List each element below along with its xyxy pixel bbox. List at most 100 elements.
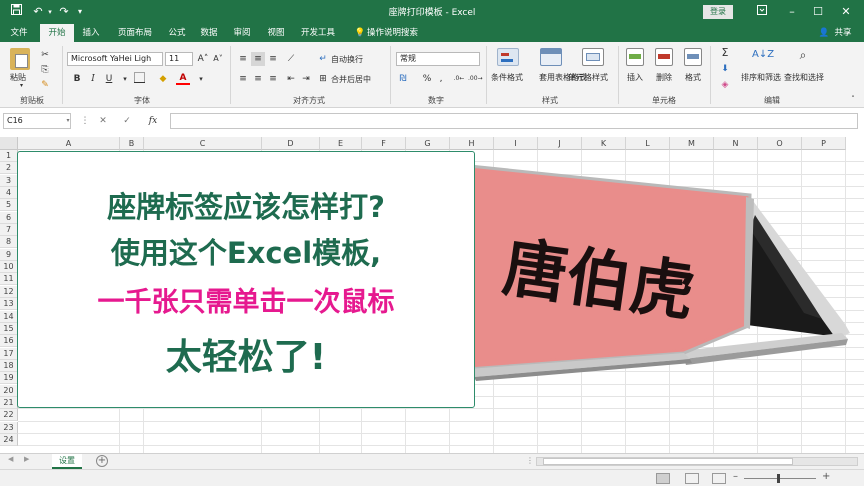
clear-icon[interactable]: ◈ (718, 78, 732, 92)
column-header-c[interactable]: C (144, 137, 262, 150)
sort-filter-icon[interactable]: A↓Z (752, 48, 774, 62)
promo-text-box[interactable]: 座牌标签应该怎样打? 使用这个Excel模板, 一千张只需单击一次鼠标 太轻松了… (17, 151, 475, 408)
merge-center-icon[interactable]: ⊞ (316, 72, 330, 86)
fill-icon[interactable]: ⬇ (718, 62, 732, 76)
tab-home[interactable]: 开始 (40, 24, 74, 42)
italic-button[interactable]: I (86, 72, 100, 86)
insert-cells-icon[interactable] (626, 48, 644, 66)
format-as-table-icon[interactable] (540, 48, 562, 66)
delete-cells-icon[interactable] (655, 48, 673, 66)
column-header-d[interactable]: D (262, 137, 320, 150)
zoom-slider-thumb[interactable] (777, 474, 780, 483)
row-header-1[interactable]: 1 (0, 150, 18, 162)
conditional-format-button[interactable]: 条件格式 (491, 72, 523, 83)
name-box[interactable]: C16 (3, 113, 71, 129)
font-color-icon[interactable]: A (176, 72, 190, 85)
row-header-5[interactable]: 5 (0, 199, 18, 211)
increase-decimal-icon[interactable]: .0← (452, 72, 466, 86)
cancel-formula-icon[interactable]: ✕ (96, 113, 110, 129)
delete-cells-button[interactable]: 删除 (656, 72, 672, 83)
font-name-select[interactable]: Microsoft YaHei Ligh (67, 52, 163, 66)
merge-center-button[interactable]: 合并后居中 (331, 74, 371, 85)
row-header-18[interactable]: 18 (0, 360, 18, 372)
split-handle-icon[interactable]: ⋮ (526, 456, 534, 465)
paste-dropdown-icon[interactable]: ▾ (20, 82, 23, 89)
row-header-6[interactable]: 6 (0, 212, 18, 224)
tab-review[interactable]: 审阅 (229, 24, 255, 42)
underline-button[interactable]: U (102, 72, 116, 86)
restore-icon[interactable]: ☐ (808, 3, 828, 21)
page-break-view-icon[interactable] (712, 473, 726, 484)
column-header-f[interactable]: F (362, 137, 406, 150)
insert-function-button[interactable]: fx (144, 113, 162, 129)
column-header-e[interactable]: E (320, 137, 362, 150)
ribbon-display-icon[interactable] (752, 3, 772, 21)
column-header-b[interactable]: B (120, 137, 144, 150)
row-header-17[interactable]: 17 (0, 348, 18, 360)
decrease-indent-icon[interactable]: ⇤ (284, 72, 298, 86)
row-header-11[interactable]: 11 (0, 273, 18, 285)
fill-color-icon[interactable]: ◆ (156, 72, 170, 86)
horizontal-scrollbar[interactable] (536, 457, 858, 466)
wrap-text-icon[interactable]: ↵ (316, 52, 330, 66)
paste-icon[interactable] (10, 48, 30, 70)
row-header-7[interactable]: 7 (0, 224, 18, 236)
number-format-select[interactable]: 常规 (396, 52, 480, 66)
row-header-22[interactable]: 22 (0, 409, 18, 421)
minimize-icon[interactable]: – (782, 3, 802, 21)
align-middle-icon[interactable]: ≡ (251, 52, 265, 66)
underline-dropdown-icon[interactable]: ▾ (118, 72, 132, 86)
autosum-icon[interactable]: Σ (718, 46, 732, 60)
sheet-tab-settings[interactable]: 设置 (52, 454, 82, 469)
horizontal-scroll-thumb[interactable] (543, 458, 793, 465)
row-header-12[interactable]: 12 (0, 286, 18, 298)
share-button[interactable]: 共享 (830, 24, 856, 42)
row-header-9[interactable]: 9 (0, 249, 18, 261)
borders-icon[interactable] (132, 72, 146, 86)
grow-font-icon[interactable]: A˄ (196, 52, 210, 66)
row-header-2[interactable]: 2 (0, 162, 18, 174)
prev-sheet-icon[interactable]: ◀ (8, 455, 13, 463)
row-header-16[interactable]: 16 (0, 335, 18, 347)
align-center-icon[interactable]: ≡ (251, 72, 265, 86)
name-box-dropdown-icon[interactable]: ▾ (64, 113, 72, 129)
next-sheet-icon[interactable]: ▶ (24, 455, 29, 463)
format-cells-icon[interactable] (684, 48, 702, 66)
row-header-23[interactable]: 23 (0, 422, 18, 434)
zoom-out-icon[interactable]: – (733, 471, 738, 482)
decrease-decimal-icon[interactable]: .00→ (468, 72, 483, 86)
align-top-icon[interactable]: ≡ (236, 52, 250, 66)
formula-options-icon[interactable]: ⋮ (80, 113, 90, 129)
currency-icon[interactable]: ₪ (396, 72, 410, 86)
formula-input[interactable] (170, 113, 858, 129)
cut-icon[interactable]: ✂ (38, 48, 52, 62)
paste-label[interactable]: 粘贴 (10, 72, 26, 83)
align-left-icon[interactable]: ≡ (236, 72, 250, 86)
insert-cells-button[interactable]: 插入 (627, 72, 643, 83)
tab-page-layout[interactable]: 页面布局 (110, 24, 160, 42)
tab-formulas[interactable]: 公式 (164, 24, 190, 42)
column-header-a[interactable]: A (18, 137, 120, 150)
tab-data[interactable]: 数据 (196, 24, 222, 42)
bold-button[interactable]: B (70, 72, 84, 86)
row-header-20[interactable]: 20 (0, 385, 18, 397)
tab-file[interactable]: 文件 (4, 24, 34, 42)
row-header-13[interactable]: 13 (0, 298, 18, 310)
row-header-15[interactable]: 15 (0, 323, 18, 335)
row-header-8[interactable]: 8 (0, 236, 18, 248)
align-right-icon[interactable]: ≡ (266, 72, 280, 86)
format-painter-icon[interactable]: ✎ (38, 78, 52, 92)
copy-icon[interactable]: ⎘ (38, 63, 52, 77)
percent-icon[interactable]: % (420, 72, 434, 86)
format-cells-button[interactable]: 格式 (685, 72, 701, 83)
row-header-24[interactable]: 24 (0, 434, 18, 446)
normal-view-icon[interactable] (656, 473, 670, 484)
tab-insert[interactable]: 插入 (78, 24, 104, 42)
align-bottom-icon[interactable]: ≡ (266, 52, 280, 66)
select-all-corner[interactable] (0, 137, 18, 150)
row-header-19[interactable]: 19 (0, 372, 18, 384)
wrap-text-button[interactable]: 自动换行 (331, 54, 363, 65)
shrink-font-icon[interactable]: A˅ (211, 52, 225, 66)
collapse-ribbon-icon[interactable]: ˄ (846, 92, 860, 106)
column-header-g[interactable]: G (406, 137, 450, 150)
